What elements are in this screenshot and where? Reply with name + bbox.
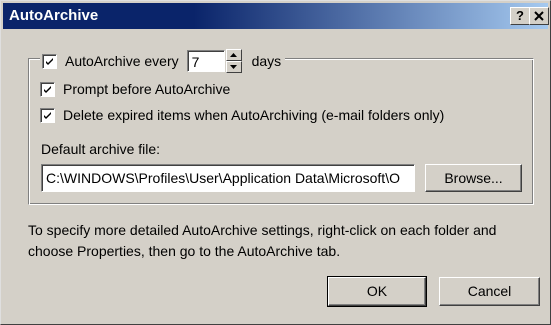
delete-expired-row: Delete expired items when AutoArchiving … [40,107,444,123]
window-title: AutoArchive [9,7,99,24]
autoarchive-every-checkbox[interactable] [42,53,57,69]
title-bar[interactable]: AutoArchive ? [3,3,549,29]
close-button[interactable] [529,7,549,25]
archive-file-input[interactable]: C:\WINDOWS\Profiles\User\Application Dat… [41,164,415,192]
spin-up-button[interactable] [225,49,242,61]
help-button[interactable]: ? [510,7,530,25]
checkmark-icon [44,111,51,119]
arrow-up-icon [229,53,237,57]
delete-expired-label[interactable]: Delete expired items when AutoArchiving … [63,107,444,123]
delete-expired-checkbox[interactable] [40,107,55,123]
cancel-button[interactable]: Cancel [439,277,540,306]
browse-button[interactable]: Browse... [425,164,522,192]
ok-button[interactable]: OK [327,276,427,307]
info-text: To specify more detailed AutoArchive set… [28,222,497,259]
close-icon [534,11,544,21]
prompt-checkbox[interactable] [40,81,55,97]
archive-file-label: Default archive file: [41,141,161,157]
autoarchive-every-label[interactable]: AutoArchive every [65,53,179,69]
days-spinner[interactable] [225,49,242,73]
autoarchive-dialog: AutoArchive ? AutoArchive every 7 days P… [0,0,551,325]
checkmark-icon [44,85,51,93]
arrow-down-icon [229,65,237,69]
spin-down-button[interactable] [225,61,242,73]
prompt-label[interactable]: Prompt before AutoArchive [63,81,230,97]
days-input[interactable]: 7 [186,50,225,72]
checkmark-icon [46,57,53,65]
prompt-row: Prompt before AutoArchive [40,81,230,97]
days-label: days [251,53,282,69]
autoarchive-every-row: AutoArchive every 7 days [40,49,286,73]
